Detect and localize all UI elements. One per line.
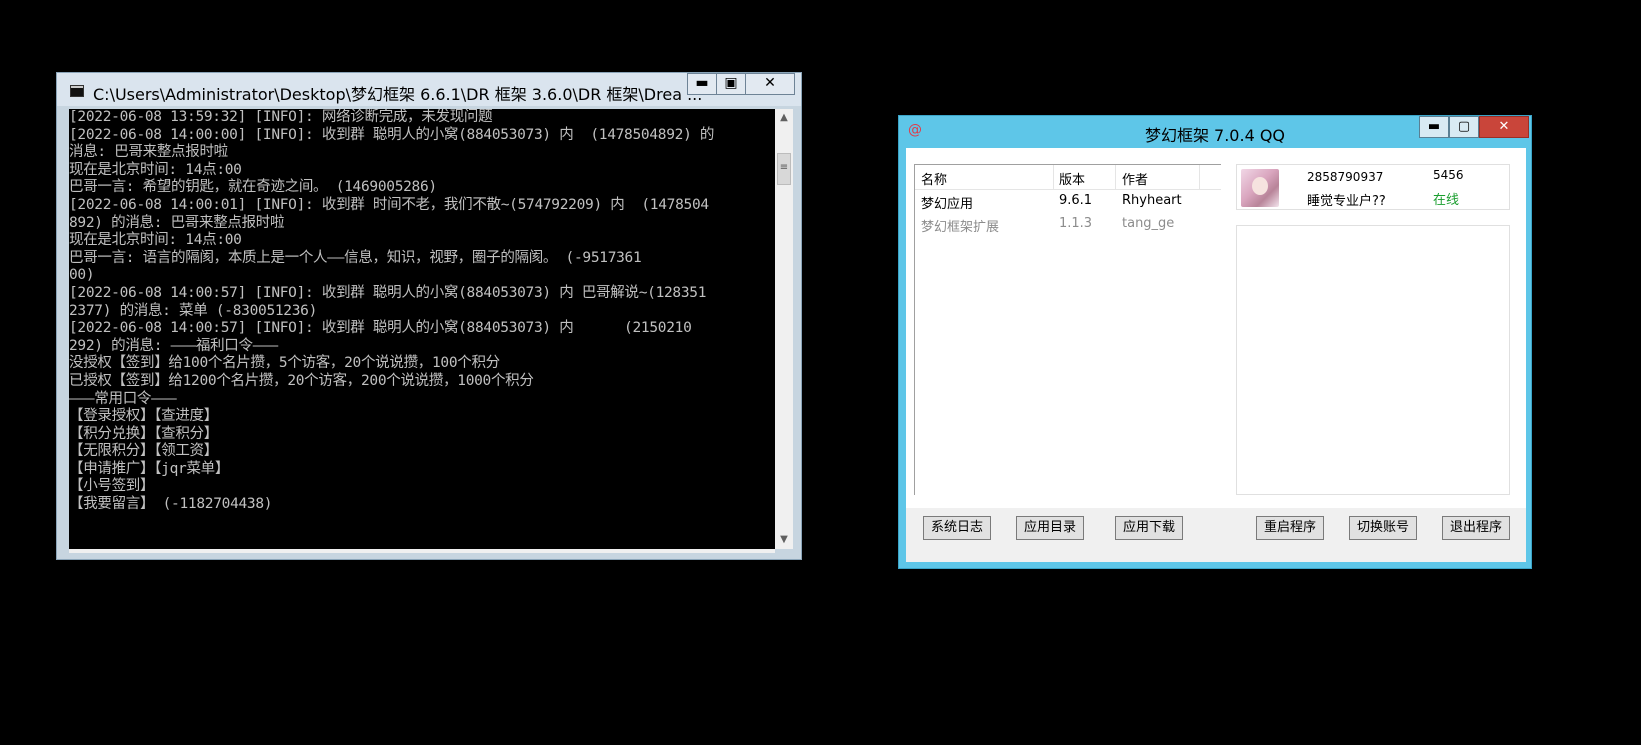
console-line: 现在是北京时间: 14点:00 — [69, 161, 242, 178]
console-line: 【登录授权】【查进度】 — [69, 408, 218, 425]
console-line: 【我要留言】 (-1182704438) — [69, 496, 273, 513]
close-button[interactable]: ✕ — [745, 73, 795, 95]
plugin-list[interactable]: 名称 版本 作者 梦幻应用 9.6.1 Rhyheart 梦幻框架扩展 1.1.… — [914, 164, 1221, 495]
qq-footer-toolbar: 系统日志 应用目录 应用下载 重启程序 切换账号 退出程序 — [906, 508, 1526, 562]
plugin-name: 梦幻框架扩展 — [921, 220, 1000, 235]
switch-account-button[interactable]: 切换账号 — [1349, 516, 1417, 540]
console-titlebar[interactable]: C:\Users\Administrator\Desktop\梦幻框架 6.6.… — [57, 73, 801, 106]
console-line: ———常用口令——— — [69, 390, 177, 407]
plugin-version: 1.1.3 — [1059, 216, 1093, 231]
console-line: 没授权【签到】给100个名片攒，5个访客，20个说说攒，100个积分 — [69, 355, 500, 372]
console-line: 00) — [69, 267, 95, 284]
console-line: [2022-06-08 14:00:01] [INFO]: 收到群 时间不老，我… — [69, 196, 709, 213]
console-line: 【无限积分】【领工资】 — [69, 443, 218, 460]
minimize-button[interactable]: ▬ — [687, 73, 717, 95]
console-window: C:\Users\Administrator\Desktop\梦幻框架 6.6.… — [56, 72, 802, 560]
column-separator[interactable] — [1199, 165, 1200, 189]
console-line: 【小号签到】 — [69, 478, 155, 495]
log-panel[interactable] — [1236, 225, 1510, 495]
plugin-author: tang_ge — [1122, 216, 1175, 231]
column-separator[interactable] — [1115, 165, 1116, 189]
exit-button[interactable]: 退出程序 — [1442, 516, 1510, 540]
console-line: 【申请推广】【jqr菜单】 — [69, 460, 230, 477]
console-line: 292) 的消息: ———福利口令——— — [69, 337, 278, 354]
account-qq-number: 2858790937 — [1307, 170, 1384, 184]
console-scrollbar[interactable]: ▲ ≡ ▼ — [775, 109, 793, 549]
maximize-button[interactable]: ▣ — [716, 73, 746, 95]
plugin-name: 梦幻应用 — [921, 197, 974, 212]
console-line: 892) 的消息: 巴哥来整点报时啦 — [69, 214, 285, 231]
column-version-header[interactable]: 版本 — [1059, 169, 1085, 188]
console-line: 【积分兑换】【查积分】 — [69, 425, 218, 442]
console-line: 已授权【签到】给1200个名片攒，20个访客，200个说说攒，1000个积分 — [69, 372, 534, 389]
console-line: 现在是北京时间: 14点:00 — [69, 232, 242, 249]
scroll-down-icon[interactable]: ▼ — [775, 531, 793, 549]
qq-titlebar[interactable]: @ 梦幻框架 7.0.4 QQ ▬ ▢ ✕ — [899, 116, 1531, 148]
plugin-list-header: 名称 版本 作者 — [915, 165, 1221, 190]
plugin-version: 9.6.1 — [1059, 193, 1093, 208]
account-panel[interactable]: 2858790937 睡觉专业户?? 5456 在线 — [1236, 164, 1510, 210]
console-title: C:\Users\Administrator\Desktop\梦幻框架 6.6.… — [93, 85, 703, 104]
console-horizontal-scrollbar[interactable] — [69, 549, 775, 553]
console-line: 巴哥一言: 语言的隔阂，本质上是一个人——信息，知识，视野，圈子的隔阂。 (-9… — [69, 249, 642, 266]
console-output[interactable]: [2022-06-08 13:59:32] [INFO]: 网络诊断完成，未发现… — [69, 109, 775, 549]
app-directory-button[interactable]: 应用目录 — [1016, 516, 1084, 540]
qq-close-button[interactable]: ✕ — [1479, 116, 1529, 138]
qq-minimize-button[interactable]: ▬ — [1419, 116, 1449, 138]
scroll-thumb[interactable]: ≡ — [777, 153, 791, 185]
plugin-row[interactable]: 梦幻框架扩展 1.1.3 tang_ge — [915, 213, 1221, 236]
qq-window-body: 名称 版本 作者 梦幻应用 9.6.1 Rhyheart 梦幻框架扩展 1.1.… — [906, 148, 1526, 562]
column-name-header[interactable]: 名称 — [921, 169, 947, 188]
qq-framework-window: @ 梦幻框架 7.0.4 QQ ▬ ▢ ✕ 名称 版本 作者 梦幻应用 9.6.… — [898, 115, 1532, 569]
console-line: 巴哥一言: 希望的钥匙，就在奇迹之间。 (1469005286) — [69, 179, 437, 196]
account-nickname: 睡觉专业户?? — [1307, 194, 1386, 209]
column-author-header[interactable]: 作者 — [1122, 169, 1148, 188]
status-badge: 在线 — [1433, 193, 1460, 208]
plugin-row[interactable]: 梦幻应用 9.6.1 Rhyheart — [915, 190, 1221, 213]
app-download-button[interactable]: 应用下载 — [1115, 516, 1183, 540]
console-app-icon — [70, 85, 84, 97]
console-line: [2022-06-08 14:00:57] [INFO]: 收到群 聪明人的小窝… — [69, 320, 692, 337]
account-count: 5456 — [1433, 168, 1464, 182]
column-separator[interactable] — [1053, 165, 1054, 189]
restart-button[interactable]: 重启程序 — [1256, 516, 1324, 540]
qq-maximize-button[interactable]: ▢ — [1449, 116, 1479, 138]
plugin-author: Rhyheart — [1122, 193, 1182, 208]
console-line: [2022-06-08 14:00:00] [INFO]: 收到群 聪明人的小窝… — [69, 126, 715, 143]
avatar[interactable] — [1241, 169, 1279, 207]
console-line: [2022-06-08 14:00:57] [INFO]: 收到群 聪明人的小窝… — [69, 284, 707, 301]
scroll-up-icon[interactable]: ▲ — [775, 109, 793, 127]
console-line: 2377) 的消息: 菜单 (-830051236) — [69, 302, 318, 319]
console-line: 消息: 巴哥来整点报时啦 — [69, 144, 228, 161]
console-line: [2022-06-08 13:59:32] [INFO]: 网络诊断完成，未发现… — [69, 109, 493, 125]
system-log-button[interactable]: 系统日志 — [923, 516, 991, 540]
